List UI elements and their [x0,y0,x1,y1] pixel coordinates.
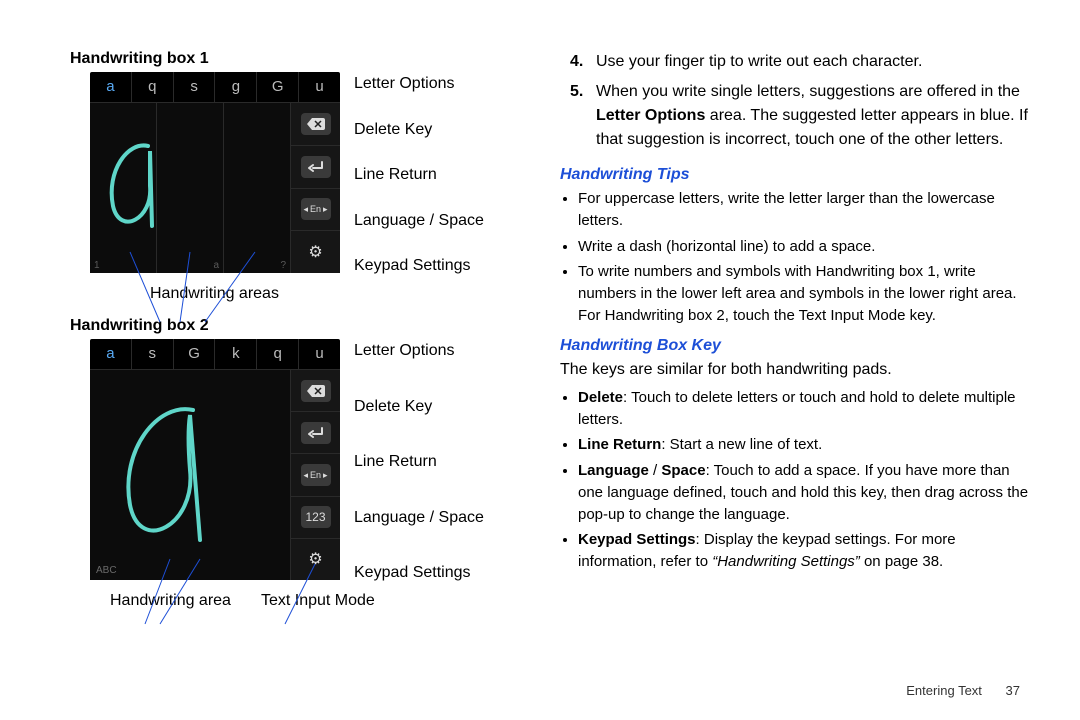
letter-option[interactable]: G [257,72,299,103]
label-keypad-settings: Keypad Settings [354,564,484,582]
bk-label: Keypad Settings [578,531,696,548]
label-line-return: Line Return [354,166,484,184]
letter-option[interactable]: g [215,72,257,103]
tip-item: For uppercase letters, write the letter … [578,188,1030,232]
label-delete-key: Delete Key [354,121,484,139]
label-line-return: Line Return [354,453,484,471]
gear-icon: ⚙ [308,549,322,569]
bk-ref-tail: on page 38. [860,553,943,570]
letter-option[interactable]: a [90,339,132,370]
hint-q: ? [280,260,286,271]
line-return-key[interactable] [290,411,340,453]
hint-a: a [213,260,219,271]
step5-bold: Letter Options [596,107,705,124]
footer-section: Entering Text [906,683,982,698]
box-key-language-space: Language / Space: Touch to add a space. … [578,460,1030,525]
label-letter-options: Letter Options [354,75,484,93]
return-icon [301,422,331,444]
handwriting-tips-heading: Handwriting Tips [560,166,1030,184]
letter-option[interactable]: u [299,72,340,103]
gear-icon: ⚙ [308,242,322,262]
backspace-icon [301,380,331,402]
bk-label: Language [578,462,649,479]
leader-lines-icon [90,579,340,639]
abc-hint: ABC [96,565,117,576]
text-mode-label: 123 [301,506,331,528]
language-space-key[interactable]: ◂En▸ [290,188,340,231]
label-letter-options: Letter Options [354,342,484,360]
letter-options-bar-2: a s G k q u [90,339,340,370]
step-5: When you write single letters, suggestio… [596,80,1030,152]
handwritten-stroke-icon [108,390,228,560]
page-footer: Entering Text 37 [0,683,1080,698]
label-delete-key: Delete Key [354,398,484,416]
tip-item: Write a dash (horizontal line) to add a … [578,236,1030,258]
label-language-space: Language / Space [354,509,484,527]
handwriting-box-key-heading: Handwriting Box Key [560,337,1030,355]
leader-lines-icon [90,272,340,332]
letter-option[interactable]: s [174,72,216,103]
bk-text: : Touch to delete letters or touch and h… [578,389,1016,428]
tip-item: To write numbers and symbols with Handwr… [578,261,1030,326]
handwriting-box-2: a s G k q u ABC [90,339,340,580]
step5-text-a: When you write single letters, suggestio… [596,83,1020,100]
text-input-mode-key[interactable]: 123 [290,496,340,538]
handwriting-box-1: a q s g G u 1 a ? [90,72,340,273]
bk-text: : Start a new line of text. [661,436,822,453]
keypad-settings-key[interactable]: ⚙ [290,230,340,273]
handwriting-area[interactable]: 1 a ? [90,103,290,273]
letter-option[interactable]: G [174,339,216,370]
language-icon: ◂En▸ [301,198,331,220]
letter-option[interactable]: q [257,339,299,370]
box-key-keypad-settings: Keypad Settings: Display the keypad sett… [578,529,1030,573]
language-space-key[interactable]: ◂En▸ [290,453,340,495]
box-key-list: Delete: Touch to delete letters or touch… [560,387,1030,573]
delete-key[interactable] [290,370,340,411]
step-4: Use your finger tip to write out each ch… [596,50,1030,74]
side-labels: Letter Options Delete Key Line Return La… [354,72,484,275]
language-icon: ◂En▸ [301,464,331,486]
letter-option[interactable]: k [215,339,257,370]
box-key-intro: The keys are similar for both handwritin… [560,359,1030,381]
backspace-icon [301,113,331,135]
delete-key[interactable] [290,103,340,145]
hint-1: 1 [94,260,100,271]
footer-page-number: 37 [1006,683,1020,698]
letter-option[interactable]: u [299,339,340,370]
bk-label2: Space [661,462,705,479]
bk-label: Delete [578,389,623,406]
letter-option[interactable]: q [132,72,174,103]
bk-sep: / [649,462,662,479]
handwriting-area-2[interactable]: ABC [90,370,290,580]
label-keypad-settings: Keypad Settings [354,257,484,275]
box-key-line-return: Line Return: Start a new line of text. [578,434,1030,456]
bk-ref: “Handwriting Settings” [712,553,860,570]
line-return-key[interactable] [290,145,340,188]
letter-option[interactable]: s [132,339,174,370]
return-icon [301,156,331,178]
letter-options-bar: a q s g G u [90,72,340,103]
box1-title: Handwriting box 1 [70,50,520,68]
letter-option[interactable]: a [90,72,132,103]
tips-list: For uppercase letters, write the letter … [560,188,1030,327]
box-key-delete: Delete: Touch to delete letters or touch… [578,387,1030,431]
keypad-settings-key[interactable]: ⚙ [290,538,340,580]
label-language-space: Language / Space [354,212,484,230]
steps-list: Use your finger tip to write out each ch… [560,50,1030,152]
bk-label: Line Return [578,436,661,453]
side-labels-2: Letter Options Delete Key Line Return La… [354,339,484,582]
